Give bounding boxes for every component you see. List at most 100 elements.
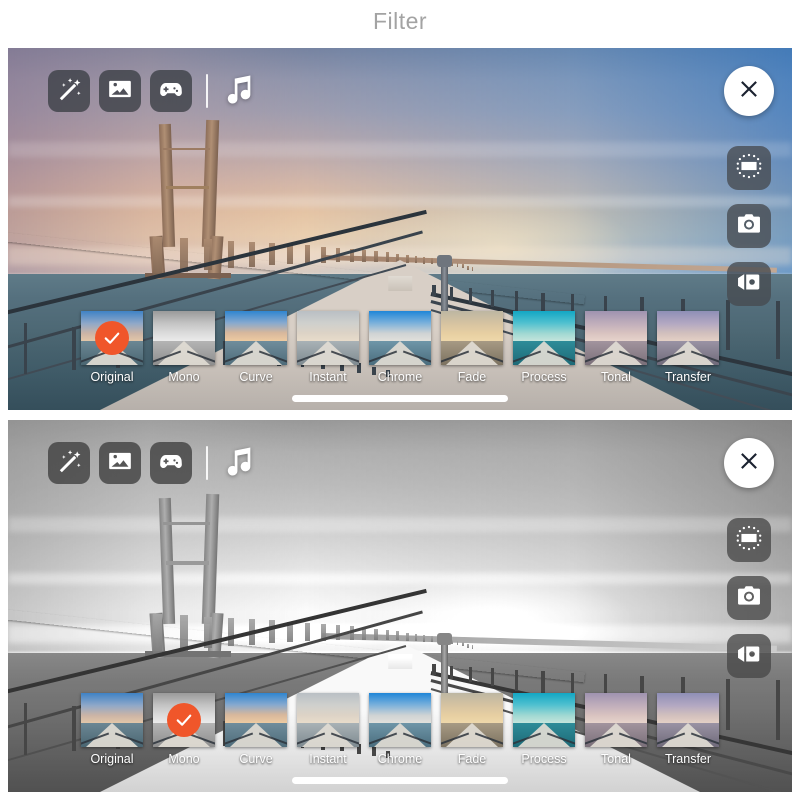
filter-thumbnail[interactable]	[657, 311, 719, 365]
filter-label: Transfer	[664, 752, 712, 766]
bridge-pier	[405, 632, 409, 641]
railing-post	[449, 665, 454, 679]
railing-post	[514, 291, 519, 312]
filter-thumbnail[interactable]	[513, 311, 575, 365]
filter-thumbnail[interactable]	[81, 693, 143, 747]
filter-thumbnail[interactable]	[297, 693, 359, 747]
toolbar-divider	[206, 74, 208, 108]
filter-preview-image	[585, 311, 647, 365]
photo-button[interactable]	[99, 442, 141, 484]
filter-label: Fade	[457, 752, 487, 766]
filter-item[interactable]: Fade	[441, 311, 503, 384]
music-button[interactable]	[222, 444, 256, 483]
filter-preview-image	[513, 311, 575, 365]
close-icon	[736, 448, 762, 479]
filter-item[interactable]: Mono	[153, 693, 215, 766]
railing-post	[541, 671, 545, 696]
close-button[interactable]	[724, 438, 774, 488]
magic-wand-button[interactable]	[48, 442, 90, 484]
filter-preview-image	[441, 311, 503, 365]
close-button[interactable]	[724, 66, 774, 116]
filter-label: Process	[521, 370, 567, 384]
filter-strip-original[interactable]: Original Mono Curve Instant Chrome Fade Proces…	[8, 311, 792, 384]
filter-label: Mono	[168, 752, 200, 766]
side-control-bar	[724, 66, 774, 306]
railing-post	[490, 289, 495, 308]
music-button[interactable]	[222, 72, 256, 111]
filter-label: Curve	[239, 752, 273, 766]
home-indicator[interactable]	[292, 777, 508, 784]
filter-preview-image	[513, 693, 575, 747]
filter-item[interactable]: Instant	[297, 311, 359, 384]
filter-thumbnail[interactable]	[369, 311, 431, 365]
tool-chip-bar	[48, 442, 256, 484]
video-button[interactable]	[727, 262, 771, 306]
preview-panel-mono: Original Mono Curve Instant Chrome Fade Proces…	[8, 420, 792, 792]
filter-label: Mono	[168, 370, 200, 384]
game-controller-icon	[158, 76, 184, 107]
filter-item[interactable]: Chrome	[369, 311, 431, 384]
filter-item[interactable]: Original	[81, 693, 143, 766]
filter-item[interactable]: Tonal	[585, 693, 647, 766]
filter-thumbnail[interactable]	[297, 311, 359, 365]
crop-button[interactable]	[727, 518, 771, 562]
filter-preview-image	[441, 693, 503, 747]
filter-thumbnail[interactable]	[441, 311, 503, 365]
crop-icon	[735, 152, 763, 185]
game-controller-button[interactable]	[150, 442, 192, 484]
filter-thumbnail[interactable]	[225, 693, 287, 747]
filter-item[interactable]: Process	[513, 311, 575, 384]
filter-item[interactable]: Curve	[225, 311, 287, 384]
video-camera-icon	[735, 640, 763, 673]
filter-thumbnail[interactable]	[657, 693, 719, 747]
filter-item[interactable]: Curve	[225, 693, 287, 766]
filter-item[interactable]: Chrome	[369, 693, 431, 766]
filter-thumbnail[interactable]	[513, 693, 575, 747]
filter-thumbnail[interactable]	[369, 693, 431, 747]
game-controller-button[interactable]	[150, 70, 192, 112]
home-indicator[interactable]	[292, 395, 508, 402]
side-control-bar	[724, 438, 774, 678]
filter-item[interactable]: Process	[513, 693, 575, 766]
camera-button[interactable]	[727, 204, 771, 248]
crop-icon	[735, 524, 763, 557]
photo-button[interactable]	[99, 70, 141, 112]
bridge-pier	[304, 622, 310, 642]
filter-item[interactable]: Instant	[297, 693, 359, 766]
bridge-pier	[395, 631, 400, 641]
filter-thumbnail[interactable]	[585, 311, 647, 365]
selected-check-icon	[95, 321, 129, 355]
magic-wand-icon	[56, 76, 82, 107]
bridge-pier	[414, 633, 418, 642]
filter-item[interactable]: Original	[81, 311, 143, 384]
video-camera-icon	[735, 268, 763, 301]
filter-item[interactable]: Fade	[441, 693, 503, 766]
crop-button[interactable]	[727, 146, 771, 190]
filter-strip-mono[interactable]: Original Mono Curve Instant Chrome Fade Proces…	[8, 693, 792, 766]
magic-wand-button[interactable]	[48, 70, 90, 112]
filter-item[interactable]: Transfer	[657, 693, 719, 766]
video-button[interactable]	[727, 634, 771, 678]
filter-preview-image	[585, 693, 647, 747]
filter-label: Transfer	[664, 370, 712, 384]
filter-thumbnail[interactable]	[81, 311, 143, 365]
filter-preview-image	[657, 693, 719, 747]
selected-check-icon	[167, 703, 201, 737]
filter-thumbnail[interactable]	[153, 311, 215, 365]
filter-thumbnail[interactable]	[585, 693, 647, 747]
filter-preview-image	[225, 693, 287, 747]
railing-post	[432, 664, 436, 676]
railing-post	[449, 286, 454, 300]
photo-icon	[107, 448, 133, 479]
filter-label: Instant	[309, 752, 347, 766]
filter-item[interactable]: Tonal	[585, 311, 647, 384]
camera-button[interactable]	[727, 576, 771, 620]
tool-chip-bar	[48, 70, 256, 112]
music-note-icon	[222, 447, 256, 482]
filter-item[interactable]: Transfer	[657, 311, 719, 384]
filter-item[interactable]: Mono	[153, 311, 215, 384]
filter-thumbnail[interactable]	[225, 311, 287, 365]
filter-preview-image	[225, 311, 287, 365]
filter-thumbnail[interactable]	[441, 693, 503, 747]
filter-thumbnail[interactable]	[153, 693, 215, 747]
